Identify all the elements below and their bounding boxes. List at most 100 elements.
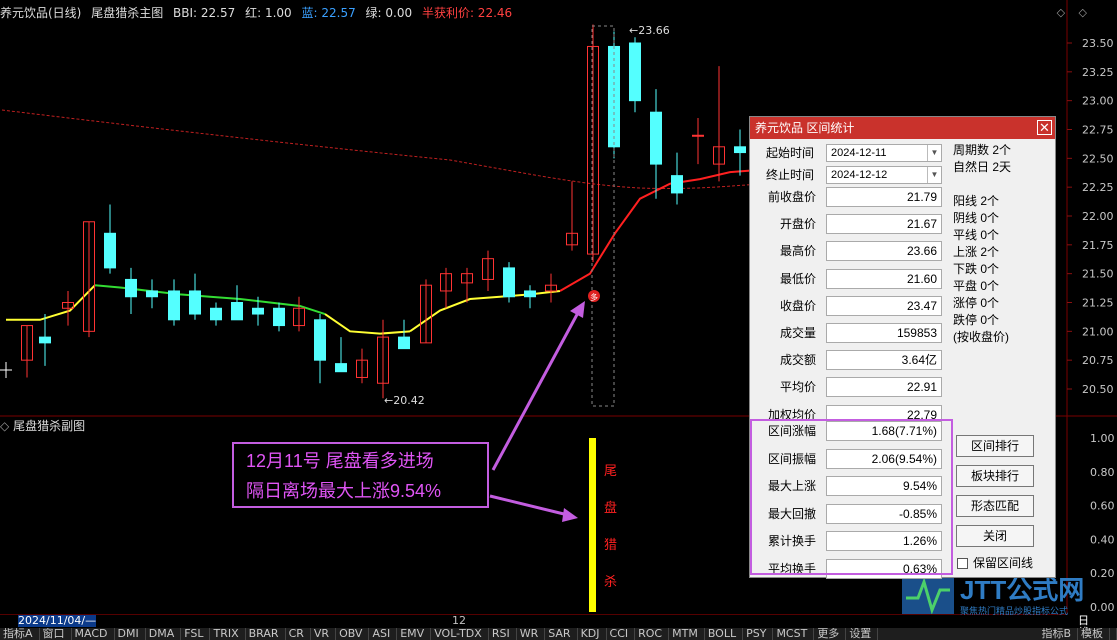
- candlestick[interactable]: [293, 296, 305, 332]
- tab-21[interactable]: BOLL: [705, 628, 744, 640]
- keep-interval-checkbox[interactable]: 保留区间线: [957, 555, 1033, 571]
- candlestick[interactable]: [671, 152, 683, 205]
- tab-4[interactable]: DMA: [146, 628, 182, 640]
- tab-20[interactable]: MTM: [669, 628, 705, 640]
- candlestick[interactable]: [420, 279, 432, 344]
- candlestick[interactable]: [314, 314, 326, 384]
- chevron-down-icon[interactable]: ▼: [927, 167, 941, 183]
- stat-label: 前收盘价: [767, 190, 816, 204]
- candlestick[interactable]: [482, 250, 494, 291]
- stat-value: 159853: [826, 323, 942, 343]
- tab-15[interactable]: WR: [517, 628, 546, 640]
- dialog-button-3[interactable]: 关闭: [956, 525, 1034, 547]
- tab-9[interactable]: VR: [311, 628, 337, 640]
- start-date-picker[interactable]: 2024-12-11 ▼: [826, 144, 942, 162]
- candlestick[interactable]: [231, 285, 243, 321]
- stat-value: 22.91: [826, 377, 942, 398]
- tab-16[interactable]: SAR: [545, 628, 578, 640]
- dialog-title-bar[interactable]: 养元饮品 区间统计 ✕: [750, 117, 1055, 139]
- candlestick[interactable]: [273, 302, 285, 332]
- candle-body: [650, 111, 662, 165]
- tab-22[interactable]: PSY: [743, 628, 774, 640]
- arrow-up: [491, 308, 582, 471]
- price-axis-label: 21.25: [1082, 297, 1114, 310]
- arrow-right: [489, 494, 569, 517]
- candlestick[interactable]: [39, 314, 51, 366]
- settings-icon[interactable]: ◇: [1079, 6, 1087, 19]
- dialog-button-1[interactable]: 板块排行: [956, 465, 1034, 487]
- tab-0[interactable]: 指标A: [0, 628, 40, 640]
- tab-24[interactable]: 更多: [814, 628, 847, 640]
- checkbox[interactable]: [957, 558, 968, 570]
- end-date-picker[interactable]: 2024-12-12 ▼: [826, 166, 942, 184]
- collapse-icon[interactable]: ◇: [0, 419, 9, 433]
- candlestick[interactable]: [692, 117, 704, 165]
- candlestick[interactable]: [440, 267, 452, 309]
- chevron-down-icon[interactable]: ▼: [927, 145, 941, 161]
- candlestick[interactable]: [503, 262, 515, 303]
- dialog-button-2[interactable]: 形态匹配: [956, 495, 1034, 517]
- candlestick[interactable]: [146, 279, 158, 309]
- candlestick[interactable]: [356, 348, 368, 384]
- candlestick[interactable]: [398, 319, 410, 350]
- candlestick[interactable]: [377, 319, 389, 399]
- green-value: 绿: 0.00: [365, 6, 413, 20]
- candlestick[interactable]: [650, 89, 662, 199]
- tab-13[interactable]: VOL-TDX: [431, 628, 489, 640]
- candlestick[interactable]: [83, 221, 95, 338]
- start-time-label: 起始时间: [765, 146, 814, 160]
- tab-12[interactable]: EMV: [397, 628, 432, 640]
- candlestick[interactable]: [62, 290, 74, 326]
- candlestick[interactable]: [104, 204, 116, 274]
- candlestick[interactable]: [734, 129, 746, 176]
- candle-body: [189, 290, 201, 315]
- tab-right-0[interactable]: 指标B: [1038, 628, 1078, 640]
- candlestick[interactable]: [210, 302, 222, 326]
- candlestick[interactable]: [545, 273, 557, 303]
- tab-11[interactable]: ASI: [369, 628, 398, 640]
- expand-icon[interactable]: ◇: [1057, 6, 1065, 19]
- tab-17[interactable]: KDJ: [578, 628, 607, 640]
- candlestick[interactable]: [21, 325, 33, 378]
- dialog-button-0[interactable]: 区间排行: [956, 435, 1034, 457]
- candlestick[interactable]: [168, 279, 180, 326]
- candle-body: [671, 175, 683, 194]
- tab-7[interactable]: BRAR: [246, 628, 286, 640]
- stat-label: 收盘价: [779, 298, 816, 313]
- dialog-title: 养元饮品 区间统计: [755, 121, 855, 135]
- candlestick[interactable]: [461, 267, 473, 303]
- candlestick[interactable]: [713, 66, 725, 182]
- candle-stat: 跌停 0个: [953, 313, 1000, 327]
- candlestick[interactable]: [629, 37, 641, 113]
- indicator-name[interactable]: 尾盘猎杀主图: [91, 6, 163, 20]
- watermark-subtitle: 聚焦热门精品炒股指标公式: [960, 606, 1069, 616]
- date-tag: 2024/11/04/—: [18, 614, 97, 627]
- candlestick[interactable]: [189, 273, 201, 320]
- interval-stats-dialog: 养元饮品 区间统计 ✕ 起始时间 2024-12-11 ▼ 终止时间 2024-1…: [749, 116, 1056, 579]
- stat-value: 23.47: [826, 295, 942, 316]
- tab-right-1[interactable]: 模板: [1078, 628, 1110, 640]
- tab-19[interactable]: ROC: [635, 628, 670, 640]
- candlestick[interactable]: [125, 267, 137, 315]
- candle-body: [314, 319, 326, 361]
- tab-6[interactable]: TRIX: [210, 628, 246, 640]
- tab-3[interactable]: DMI: [115, 628, 146, 640]
- tab-25[interactable]: 设置: [846, 628, 879, 640]
- candlestick[interactable]: [587, 24, 599, 263]
- candlestick[interactable]: [335, 337, 347, 373]
- tab-1[interactable]: 窗口: [40, 628, 72, 640]
- candlestick[interactable]: [524, 285, 536, 309]
- close-icon[interactable]: ✕: [1037, 120, 1052, 135]
- tab-18[interactable]: CCI: [607, 628, 636, 640]
- stock-title[interactable]: 养元饮品(日线): [0, 6, 81, 20]
- tab-5[interactable]: FSL: [181, 628, 211, 640]
- sub-axis-label: 0.00: [1090, 601, 1115, 614]
- tab-2[interactable]: MACD: [72, 628, 115, 640]
- signal-bar-text: 尾: [604, 464, 617, 479]
- tab-14[interactable]: RSI: [489, 628, 517, 640]
- candlestick[interactable]: [566, 181, 578, 251]
- tab-8[interactable]: CR: [286, 628, 311, 640]
- tab-10[interactable]: OBV: [336, 628, 370, 640]
- tab-23[interactable]: MCST: [773, 628, 815, 640]
- candle-body: [168, 290, 180, 321]
